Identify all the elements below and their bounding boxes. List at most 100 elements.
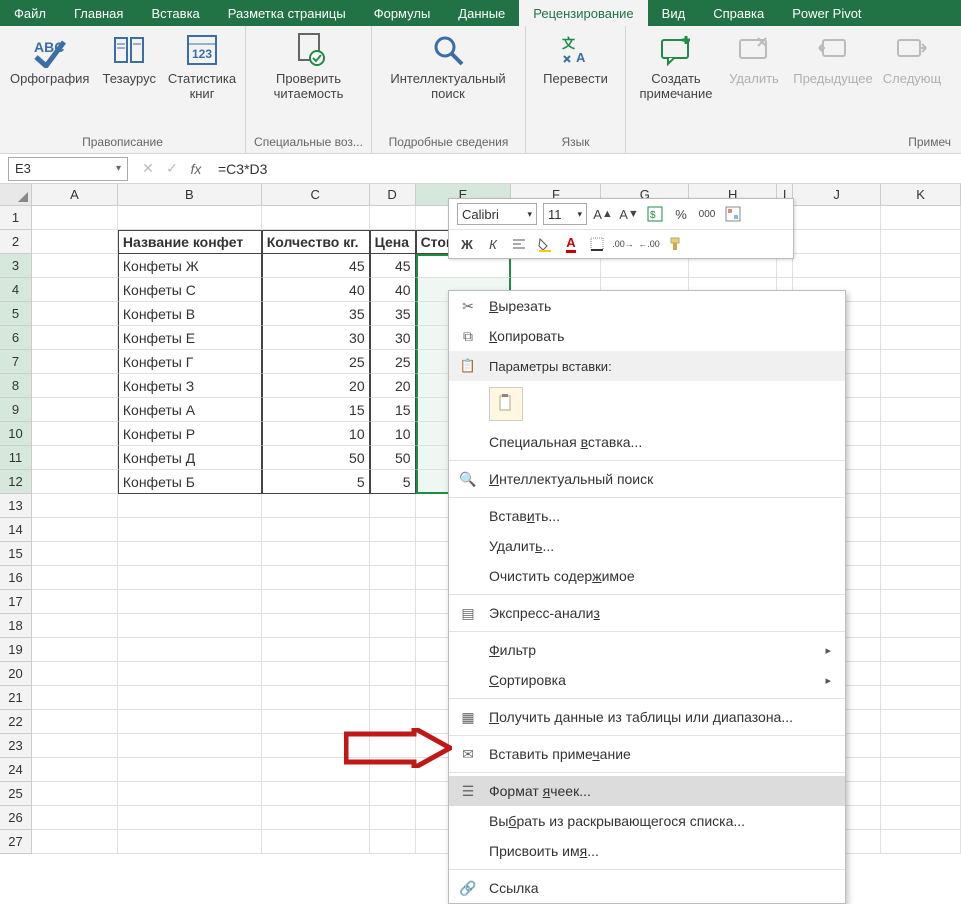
cell-C14[interactable]	[262, 518, 370, 542]
cell-D26[interactable]	[370, 806, 416, 830]
cell-C16[interactable]	[262, 566, 370, 590]
cell-D1[interactable]	[370, 206, 416, 230]
row-16-header[interactable]: 16	[0, 566, 32, 590]
cell-B6[interactable]: Конфеты Е	[118, 326, 262, 350]
ctx-smart-lookup[interactable]: 🔍Интеллектуальный поиск	[449, 464, 845, 494]
cell-K15[interactable]	[881, 542, 961, 566]
ctx-pick-from-dropdown[interactable]: Выбрать из раскрывающегося списка...	[449, 806, 845, 836]
cell-A1[interactable]	[32, 206, 118, 230]
row-12-header[interactable]: 12	[0, 470, 32, 494]
cell-C19[interactable]	[262, 638, 370, 662]
row-18-header[interactable]: 18	[0, 614, 32, 638]
cell-B5[interactable]: Конфеты В	[118, 302, 262, 326]
cell-D7[interactable]: 25	[370, 350, 416, 374]
comma-style-icon[interactable]: 000	[697, 204, 717, 224]
row-14-header[interactable]: 14	[0, 518, 32, 542]
cell-A19[interactable]	[32, 638, 118, 662]
row-19-header[interactable]: 19	[0, 638, 32, 662]
cell-B23[interactable]	[118, 734, 262, 758]
cell-K26[interactable]	[881, 806, 961, 830]
cell-B9[interactable]: Конфеты А	[118, 398, 262, 422]
increase-font-icon[interactable]: A▲	[593, 204, 613, 224]
row-27-header[interactable]: 27	[0, 830, 32, 854]
ctx-quick-analysis[interactable]: ▤Экспресс-анализ	[449, 598, 845, 628]
row-6-header[interactable]: 6	[0, 326, 32, 350]
cell-A17[interactable]	[32, 590, 118, 614]
cell-D10[interactable]: 10	[370, 422, 416, 446]
cell-C12[interactable]: 5	[262, 470, 370, 494]
cell-D27[interactable]	[370, 830, 416, 854]
cell-K18[interactable]	[881, 614, 961, 638]
borders-icon[interactable]	[587, 234, 607, 254]
cell-D11[interactable]: 50	[370, 446, 416, 470]
paste-default-icon[interactable]	[489, 387, 523, 421]
cell-K16[interactable]	[881, 566, 961, 590]
cell-D2[interactable]: Цена	[370, 230, 416, 254]
row-20-header[interactable]: 20	[0, 662, 32, 686]
cell-A12[interactable]	[32, 470, 118, 494]
cell-A25[interactable]	[32, 782, 118, 806]
row-4-header[interactable]: 4	[0, 278, 32, 302]
format-painter-icon[interactable]	[665, 234, 685, 254]
cell-B4[interactable]: Конфеты С	[118, 278, 262, 302]
cell-C7[interactable]: 25	[262, 350, 370, 374]
col-C[interactable]: C	[262, 184, 370, 205]
tab-review[interactable]: Рецензирование	[519, 0, 647, 26]
cell-C20[interactable]	[262, 662, 370, 686]
cell-A9[interactable]	[32, 398, 118, 422]
tab-file[interactable]: Файл	[0, 0, 60, 26]
tab-home[interactable]: Главная	[60, 0, 137, 26]
cell-C27[interactable]	[262, 830, 370, 854]
row-13-header[interactable]: 13	[0, 494, 32, 518]
cell-B3[interactable]: Конфеты Ж	[118, 254, 262, 278]
cell-B16[interactable]	[118, 566, 262, 590]
next-comment-button[interactable]: Следующ	[882, 30, 942, 104]
cell-B8[interactable]: Конфеты З	[118, 374, 262, 398]
cell-D25[interactable]	[370, 782, 416, 806]
ctx-insert[interactable]: Вставить...	[449, 501, 845, 531]
translate-button[interactable]: 文A Перевести	[534, 30, 617, 104]
name-box[interactable]: E3	[8, 157, 128, 181]
bold-icon[interactable]: Ж	[457, 234, 477, 254]
col-B[interactable]: B	[118, 184, 262, 205]
cell-B11[interactable]: Конфеты Д	[118, 446, 262, 470]
spelling-button[interactable]: ABC Орфография	[8, 30, 91, 104]
cell-A8[interactable]	[32, 374, 118, 398]
cell-B13[interactable]	[118, 494, 262, 518]
cell-A16[interactable]	[32, 566, 118, 590]
tab-data[interactable]: Данные	[444, 0, 519, 26]
cell-C11[interactable]: 50	[262, 446, 370, 470]
row-17-header[interactable]: 17	[0, 590, 32, 614]
row-8-header[interactable]: 8	[0, 374, 32, 398]
cell-D12[interactable]: 5	[370, 470, 416, 494]
cell-K19[interactable]	[881, 638, 961, 662]
row-9-header[interactable]: 9	[0, 398, 32, 422]
tab-powerpivot[interactable]: Power Pivot	[778, 0, 875, 26]
ctx-paste-special[interactable]: Специальная вставка...	[449, 427, 845, 457]
cell-C25[interactable]	[262, 782, 370, 806]
cell-B27[interactable]	[118, 830, 262, 854]
row-10-header[interactable]: 10	[0, 422, 32, 446]
cell-A26[interactable]	[32, 806, 118, 830]
row-3-header[interactable]: 3	[0, 254, 32, 278]
cell-D3[interactable]: 45	[370, 254, 416, 278]
increase-decimal-icon[interactable]: .00→	[613, 234, 633, 254]
cell-A22[interactable]	[32, 710, 118, 734]
cell-A5[interactable]	[32, 302, 118, 326]
workbook-stats-button[interactable]: 123 Статистика книг	[167, 30, 237, 104]
cell-D8[interactable]: 20	[370, 374, 416, 398]
align-icon[interactable]	[509, 234, 529, 254]
ctx-clear[interactable]: Очистить содержимое	[449, 561, 845, 591]
cell-B2[interactable]: Название конфет	[118, 230, 262, 254]
mini-size-select[interactable]: 11▾	[543, 203, 587, 225]
tab-layout[interactable]: Разметка страницы	[214, 0, 360, 26]
ctx-insert-comment[interactable]: ✉Вставить примечание	[449, 739, 845, 769]
cell-C1[interactable]	[262, 206, 370, 230]
delete-comment-button[interactable]: Удалить	[724, 30, 784, 104]
cell-D4[interactable]: 40	[370, 278, 416, 302]
cell-B18[interactable]	[118, 614, 262, 638]
cancel-button[interactable]: ✕	[136, 157, 160, 181]
fx-button[interactable]: fx	[184, 157, 208, 181]
cell-C8[interactable]: 20	[262, 374, 370, 398]
cell-A11[interactable]	[32, 446, 118, 470]
